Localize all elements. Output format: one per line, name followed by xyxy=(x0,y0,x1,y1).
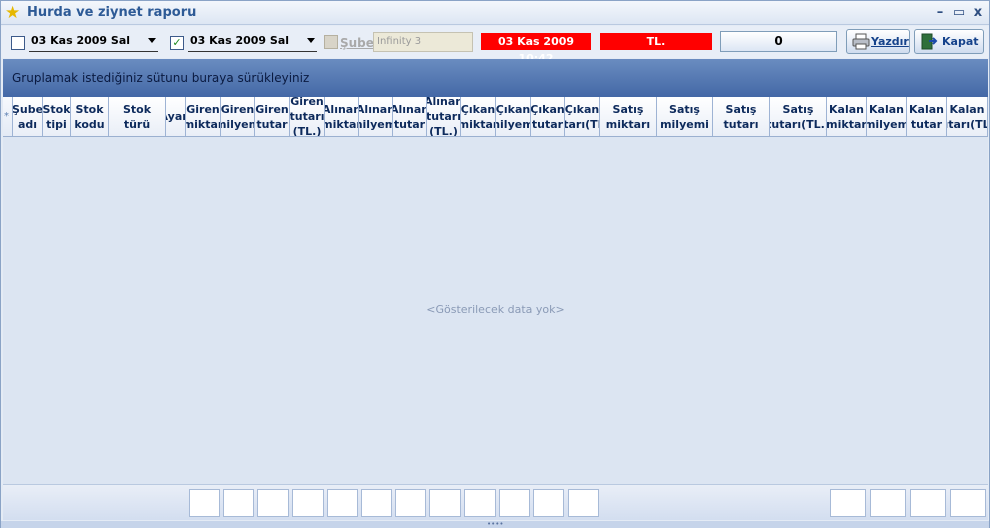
footer-summary-cell[interactable] xyxy=(223,489,254,517)
grid-body[interactable]: <Gösterilecek data yok> xyxy=(3,137,988,484)
footer-summary-cell[interactable] xyxy=(292,489,324,517)
column-header[interactable]: Kalan miktar xyxy=(827,97,867,136)
footer-summary-cell[interactable] xyxy=(395,489,426,517)
total-display: 0 xyxy=(720,31,837,52)
chevron-down-icon xyxy=(148,38,156,43)
start-date-value: 03 Kas 2009 Sal xyxy=(31,34,131,47)
date2-checkbox[interactable]: ✓ xyxy=(170,36,184,50)
title-bar: ★ Hurda ve ziynet raporu – ▭ x xyxy=(1,1,989,25)
footer-summary-cell[interactable] xyxy=(950,489,986,517)
column-header[interactable]: Satış tutarı xyxy=(713,97,770,136)
footer-summary-cell[interactable] xyxy=(361,489,392,517)
report-window: ★ Hurda ve ziynet raporu – ▭ x 03 Kas 20… xyxy=(0,0,990,528)
exit-door-icon xyxy=(921,33,938,50)
footer-summary-cell[interactable] xyxy=(870,489,906,517)
footer-summary-cell[interactable] xyxy=(830,489,866,517)
end-date-picker[interactable]: 03 Kas 2009 Sal xyxy=(188,32,317,52)
column-header[interactable]: Satış tutarı(TL.) xyxy=(770,97,827,136)
column-header[interactable]: Çıkan milyemi xyxy=(496,97,531,136)
window-title: Hurda ve ziynet raporu xyxy=(27,5,197,20)
column-header[interactable]: Stok kodu xyxy=(71,97,109,136)
column-header[interactable]: Giren tutarı (TL.) xyxy=(290,97,325,136)
column-header[interactable]: Ayarı xyxy=(166,97,186,136)
footer-summary-cell[interactable] xyxy=(568,489,599,517)
column-header[interactable]: Satış milyemi xyxy=(657,97,713,136)
column-header[interactable]: Stok tipi xyxy=(43,97,71,136)
column-header[interactable]: Giren tutar xyxy=(255,97,290,136)
footer-summary-cell[interactable] xyxy=(327,489,358,517)
maximize-button[interactable]: ▭ xyxy=(951,5,967,21)
footer-summary-cell[interactable] xyxy=(910,489,946,517)
datetime-display: 03 Kas 2009 10:42 xyxy=(481,33,591,65)
column-header[interactable]: Alınan tutarı (TL.) xyxy=(427,97,461,136)
column-header[interactable]: Çıkan tutar xyxy=(531,97,565,136)
group-by-panel[interactable]: Gruplamak istediğiniz sütunu buraya sürü… xyxy=(3,59,988,97)
column-header[interactable]: Kalan milyem xyxy=(867,97,907,136)
start-date-picker[interactable]: 03 Kas 2009 Sal xyxy=(29,32,158,52)
grid-footer xyxy=(3,484,988,520)
column-header[interactable]: Kalan tutar xyxy=(907,97,947,136)
grip-icon: •••• xyxy=(487,520,504,528)
column-header[interactable]: Giren miktar xyxy=(186,97,221,136)
grid-header: * Şube adı Stok tipi Stok kodu Stok türü… xyxy=(3,97,988,137)
currency-display: TL. xyxy=(600,33,712,50)
minimize-button[interactable]: – xyxy=(932,5,948,21)
printer-icon xyxy=(852,33,870,50)
column-header[interactable]: Alınan miktar xyxy=(325,97,359,136)
star-icon: ★ xyxy=(5,3,21,23)
resize-bar[interactable]: •••• xyxy=(1,521,989,528)
close-label: Kapat xyxy=(942,35,979,48)
footer-summary-cell[interactable] xyxy=(499,489,530,517)
column-header[interactable]: Şube adı xyxy=(13,97,43,136)
new-row-indicator: * xyxy=(3,97,13,136)
column-header[interactable]: Kalan tutarı(TL.) xyxy=(947,97,988,136)
group-panel-hint: Gruplamak istediğiniz sütunu buraya sürü… xyxy=(12,71,310,85)
branch-icon xyxy=(324,35,338,49)
column-header[interactable]: Çıkan miktar xyxy=(461,97,496,136)
empty-message: <Gösterilecek data yok> xyxy=(426,303,565,316)
sube-label: Şube xyxy=(340,36,374,50)
footer-summary-cell[interactable] xyxy=(533,489,564,517)
column-header[interactable]: Alınan tutar xyxy=(393,97,427,136)
column-header[interactable]: Alınan milyemi xyxy=(359,97,393,136)
footer-summary-cell[interactable] xyxy=(429,489,461,517)
close-button[interactable]: Kapat xyxy=(914,29,984,54)
column-header[interactable]: Stok türü xyxy=(109,97,166,136)
toolbar: 03 Kas 2009 Sal ✓ 03 Kas 2009 Sal Şube I… xyxy=(1,26,989,65)
chevron-down-icon xyxy=(307,38,315,43)
footer-summary-cell[interactable] xyxy=(464,489,496,517)
column-header[interactable]: Satış miktarı xyxy=(600,97,657,136)
column-header[interactable]: Çıkan tutarı(TL.) xyxy=(565,97,600,136)
date1-checkbox[interactable] xyxy=(11,36,25,50)
column-header[interactable]: Giren milyem xyxy=(221,97,255,136)
print-label: Yazdır xyxy=(871,35,909,48)
end-date-value: 03 Kas 2009 Sal xyxy=(190,34,290,47)
footer-summary-cell[interactable] xyxy=(189,489,220,517)
print-button[interactable]: Yazdır xyxy=(846,29,910,54)
sube-field[interactable]: Infinity 3 xyxy=(373,32,473,52)
close-window-button[interactable]: x xyxy=(970,5,986,21)
footer-summary-cell[interactable] xyxy=(257,489,289,517)
